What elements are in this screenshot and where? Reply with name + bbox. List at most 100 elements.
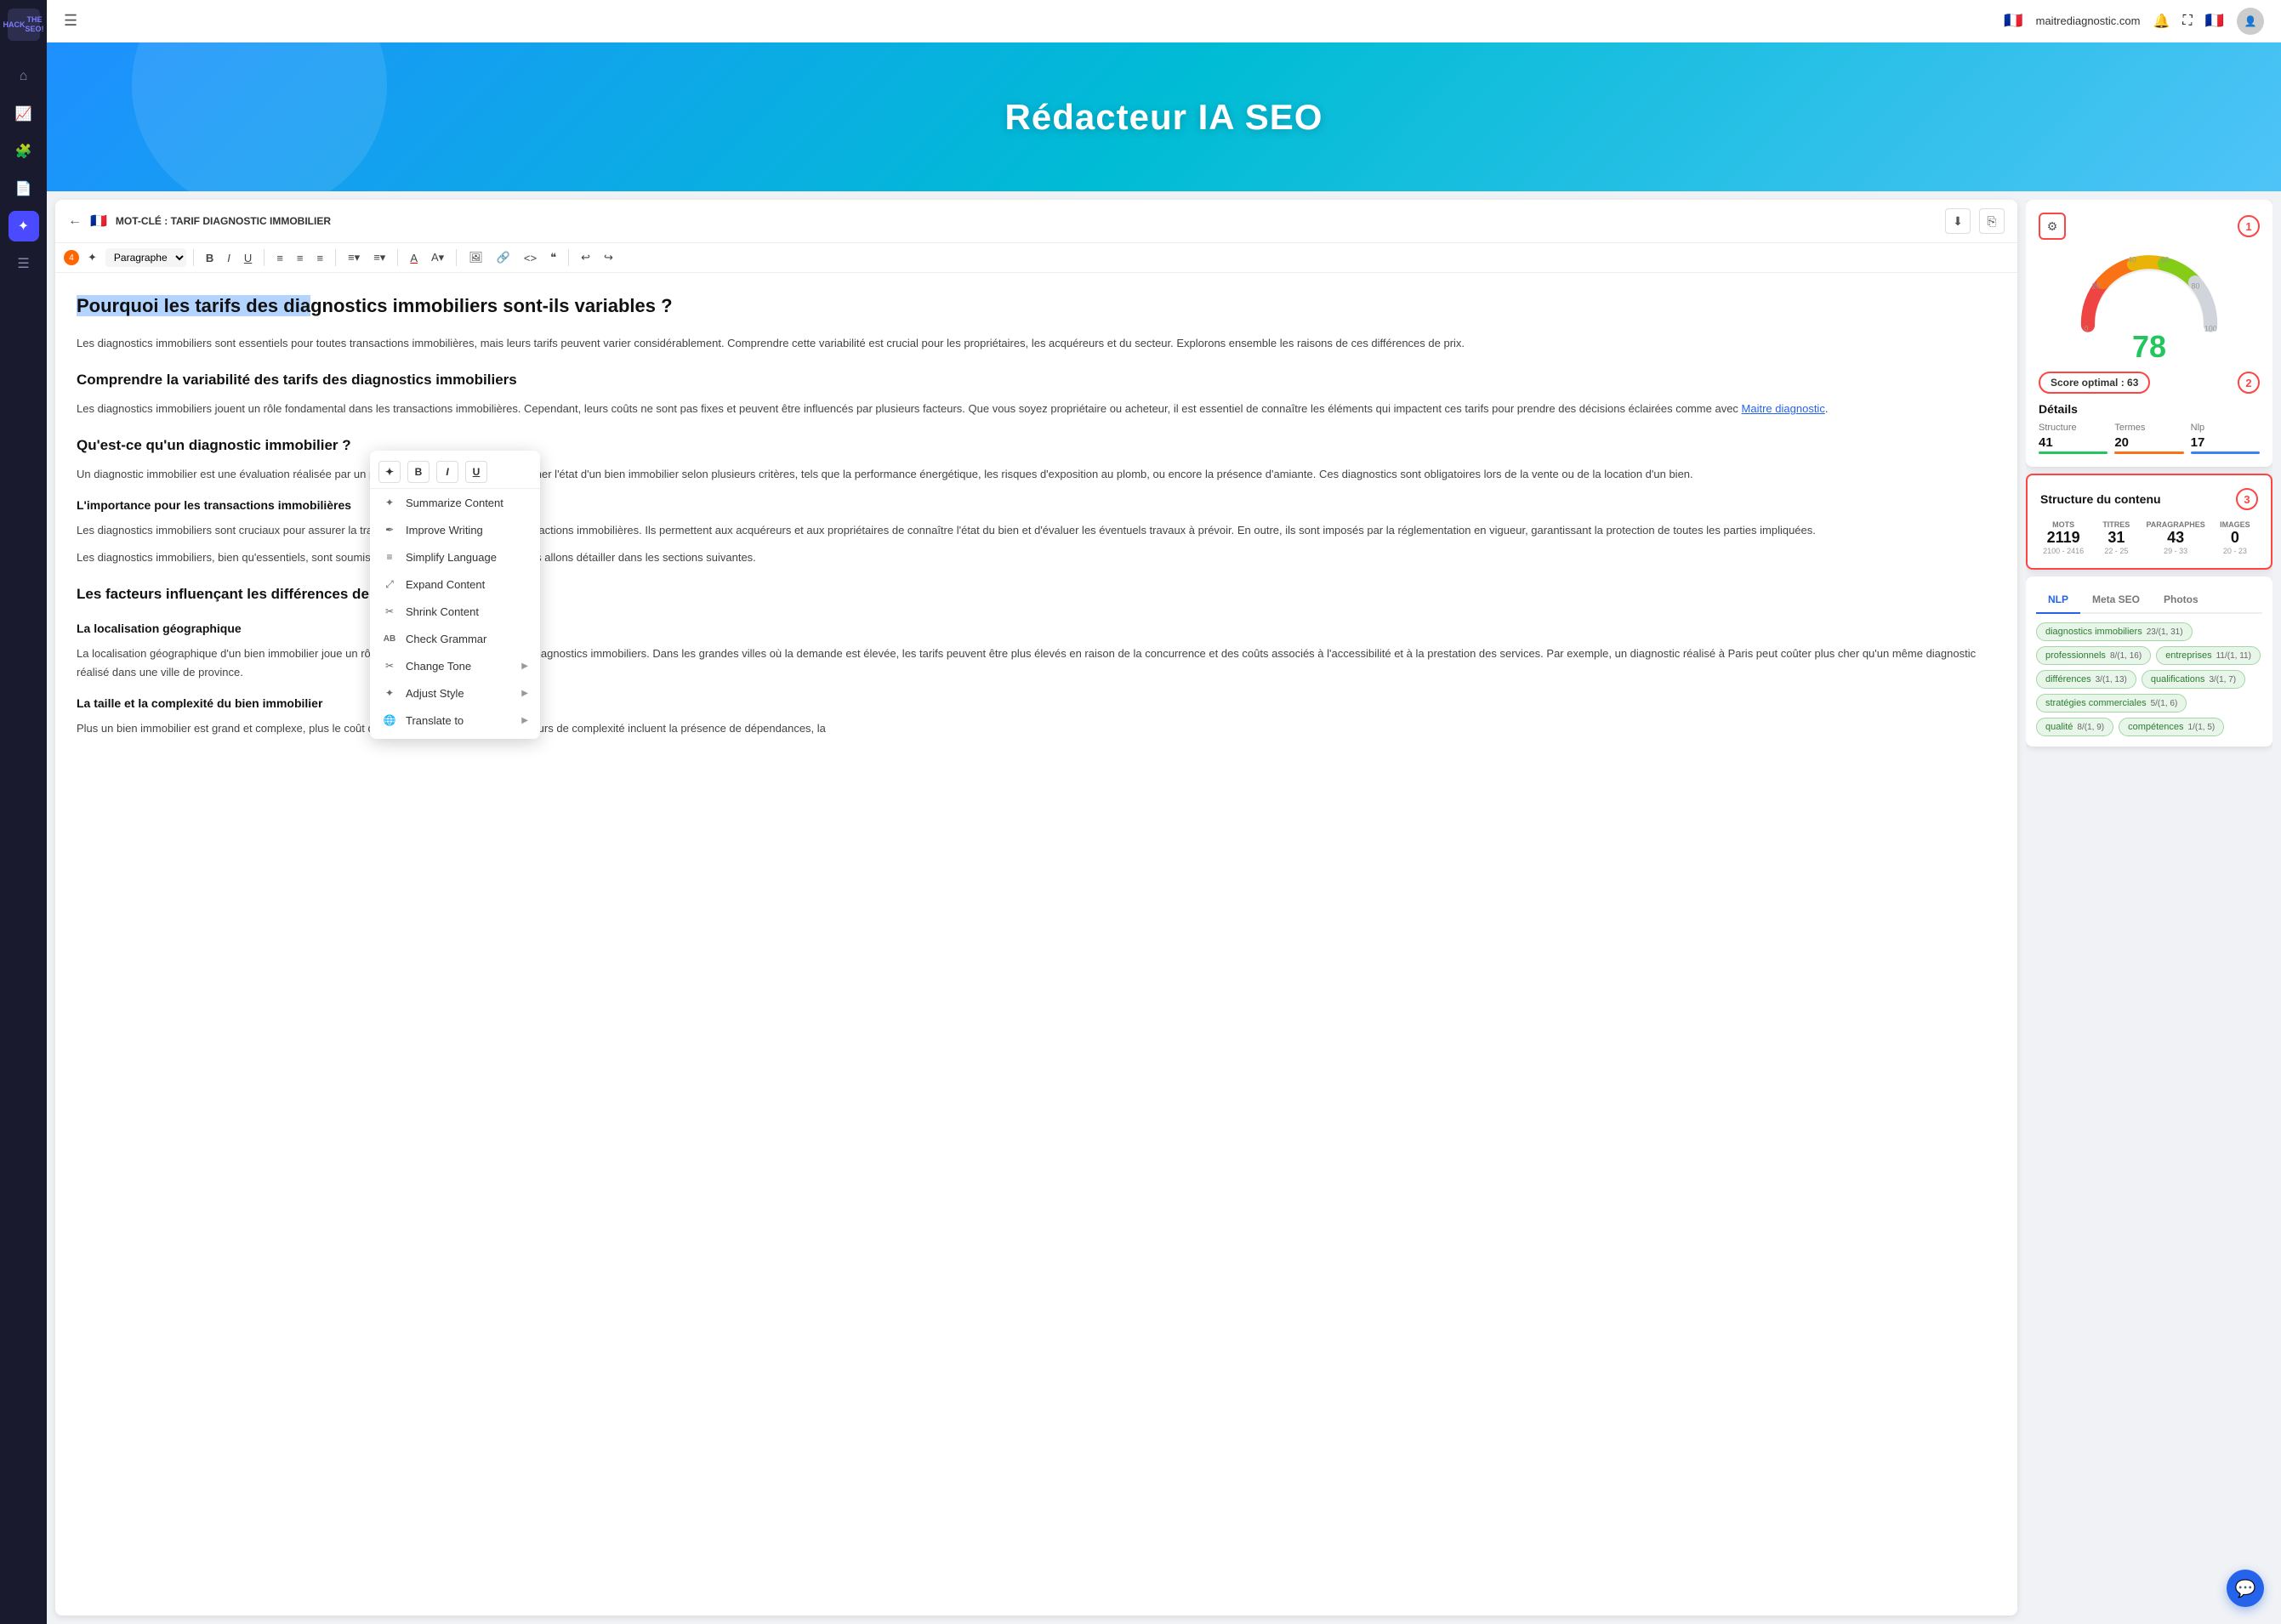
tag-professionnels[interactable]: professionnels 8/(1, 16) [2036, 646, 2151, 665]
step1-badge: 1 [2238, 215, 2260, 237]
ctx-adjust-style[interactable]: ✦ Adjust Style ▶ [370, 679, 540, 707]
separator3 [335, 249, 336, 266]
gauge-container: 0 20 40 60 80 100 [2039, 248, 2260, 333]
improve-icon: ✒ [382, 522, 397, 537]
image-button[interactable]: 🖼 [464, 248, 488, 267]
tag-competences[interactable]: compétences 1/(1, 5) [2119, 718, 2224, 736]
tag-qualifications-label: qualifications [2151, 674, 2205, 684]
highlight-button[interactable]: A▾ [426, 248, 449, 267]
article-p7: Plus un bien immobilier est grand et com… [77, 719, 1996, 738]
stat-paragraphes: PARAGRAPHES 43 29 - 33 [2146, 520, 2204, 555]
ctx-grammar[interactable]: AB Check Grammar [370, 625, 540, 652]
link-button[interactable]: 🔗 [492, 248, 515, 267]
tag-entreprises[interactable]: entreprises 11/(1, 11) [2156, 646, 2261, 665]
stat-mots-range: 2100 - 2416 [2040, 547, 2086, 555]
ctx-summarize[interactable]: ✦ Summarize Content [370, 489, 540, 516]
article-h2-1: Comprendre la variabilité des tarifs des… [77, 368, 1996, 393]
tag-strategies-count: 5/(1, 6) [2151, 699, 2178, 708]
sidebar-item-star[interactable]: ✦ [9, 211, 39, 241]
stat-paragraphes-range: 29 - 33 [2146, 547, 2204, 555]
align-left-button[interactable]: ≡ [271, 249, 288, 267]
separator6 [568, 249, 569, 266]
sidebar-item-analytics[interactable]: 📈 [9, 99, 39, 129]
tag-diagnostics[interactable]: diagnostics immobiliers 23/(1, 31) [2036, 622, 2193, 641]
bold-button[interactable]: B [201, 249, 219, 267]
undo-button[interactable]: ↩ [576, 248, 595, 267]
detail-structure: Structure 41 [2039, 423, 2108, 454]
shrink-icon: ✂ [382, 604, 397, 619]
tag-differences[interactable]: différences 3/(1, 13) [2036, 670, 2136, 689]
detail-nlp-value: 17 [2191, 435, 2260, 450]
list-ul-button[interactable]: ≡▾ [343, 248, 365, 267]
maitre-link[interactable]: Maitre diagnostic [1742, 402, 1825, 415]
sidebar-item-document[interactable]: 📄 [9, 173, 39, 204]
share-button[interactable]: ⎘ [1979, 208, 2005, 234]
stat-images-range: 20 - 23 [2212, 547, 2258, 555]
align-right-button[interactable]: ≡ [312, 249, 329, 267]
expand-icon[interactable]: ⛶ [2182, 14, 2192, 29]
editor-content[interactable]: Pourquoi les tarifs des diagnostics immo… [55, 273, 2017, 1615]
tag-qualifications[interactable]: qualifications 3/(1, 7) [2142, 670, 2245, 689]
separator5 [456, 249, 457, 266]
redo-button[interactable]: ↪ [599, 248, 618, 267]
ctx-underline-btn[interactable]: U [465, 461, 487, 483]
magic-btn[interactable]: ✦ [82, 248, 102, 267]
tag-strategies[interactable]: stratégies commerciales 5/(1, 6) [2036, 694, 2187, 713]
details-title: Détails [2039, 402, 2260, 416]
tabs-row: NLP Meta SEO Photos [2036, 587, 2262, 614]
simplify-label: Simplify Language [406, 551, 497, 564]
ctx-improve-writing[interactable]: ✒ Improve Writing [370, 516, 540, 543]
shrink-label: Shrink Content [406, 605, 479, 618]
tag-professionnels-count: 8/(1, 16) [2110, 651, 2142, 661]
detail-termes-bar [2114, 451, 2183, 454]
ctx-translate[interactable]: 🌐 Translate to ▶ [370, 707, 540, 734]
ctx-italic-btn[interactable]: I [436, 461, 458, 483]
sidebar-item-puzzle[interactable]: 🧩 [9, 136, 39, 167]
ctx-change-tone[interactable]: ✂ Change Tone ▶ [370, 652, 540, 679]
tab-meta-seo[interactable]: Meta SEO [2080, 587, 2152, 612]
align-center-button[interactable]: ≡ [292, 249, 309, 267]
ctx-magic-btn[interactable]: ✦ [378, 461, 401, 483]
sidebar-logo: HACK THE SEO! [8, 9, 40, 41]
sidebar-item-home[interactable]: ⌂ [9, 61, 39, 92]
tag-qualite[interactable]: qualité 8/(1, 9) [2036, 718, 2113, 736]
chat-button[interactable]: 💬 [2227, 1570, 2264, 1607]
list-ol-button[interactable]: ≡▾ [368, 248, 390, 267]
underline-button[interactable]: U [239, 249, 257, 267]
ctx-shrink[interactable]: ✂ Shrink Content [370, 598, 540, 625]
stat-titres-label: TITRES [2093, 520, 2139, 529]
ctx-simplify[interactable]: ≡ Simplify Language [370, 543, 540, 571]
detail-termes: Termes 20 [2114, 423, 2183, 454]
stat-images-label: IMAGES [2212, 520, 2258, 529]
tag-diagnostics-label: diagnostics immobiliers [2045, 627, 2142, 637]
sidebar-item-menu2[interactable]: ☰ [9, 248, 39, 279]
bell-icon[interactable]: 🔔 [2153, 13, 2170, 30]
tag-differences-label: différences [2045, 674, 2091, 684]
tab-photos[interactable]: Photos [2152, 587, 2210, 612]
ctx-expand[interactable]: ⤢ Expand Content [370, 571, 540, 598]
topbar-site[interactable]: maitrediagnostic.com [2036, 14, 2141, 27]
tag-strategies-label: stratégies commerciales [2045, 698, 2147, 708]
ctx-bold-btn[interactable]: B [407, 461, 429, 483]
main-area: Rédacteur IA SEO ← 🇫🇷 MOT-CLÉ : TARIF DI… [47, 43, 2281, 1624]
quote-button[interactable]: ❝ [545, 248, 561, 267]
font-color-button[interactable]: A [405, 249, 423, 267]
download-button[interactable]: ⬇ [1945, 208, 1971, 234]
detail-termes-value: 20 [2114, 435, 2183, 450]
paragraph-select[interactable]: Paragraphe [105, 248, 186, 267]
svg-text:0: 0 [2085, 325, 2089, 333]
settings-button[interactable]: ⚙ [2039, 213, 2066, 240]
article-p4: Les diagnostics immobiliers sont cruciau… [77, 521, 1996, 540]
summarize-label: Summarize Content [406, 497, 503, 509]
back-button[interactable]: ← [68, 213, 82, 229]
translate-label: Translate to [406, 714, 464, 727]
svg-text:60: 60 [2161, 256, 2170, 264]
italic-button[interactable]: I [222, 249, 236, 267]
tab-nlp[interactable]: NLP [2036, 587, 2080, 614]
code-button[interactable]: <> [519, 249, 542, 267]
article-h2-3: Les facteurs influençant les différences… [77, 582, 1996, 607]
optimal-score-badge: Score optimal : 63 [2039, 372, 2150, 394]
tag-competences-count: 1/(1, 5) [2188, 723, 2216, 732]
flag2-icon: 🇫🇷 [2205, 12, 2224, 30]
hamburger-icon[interactable]: ☰ [64, 12, 77, 30]
